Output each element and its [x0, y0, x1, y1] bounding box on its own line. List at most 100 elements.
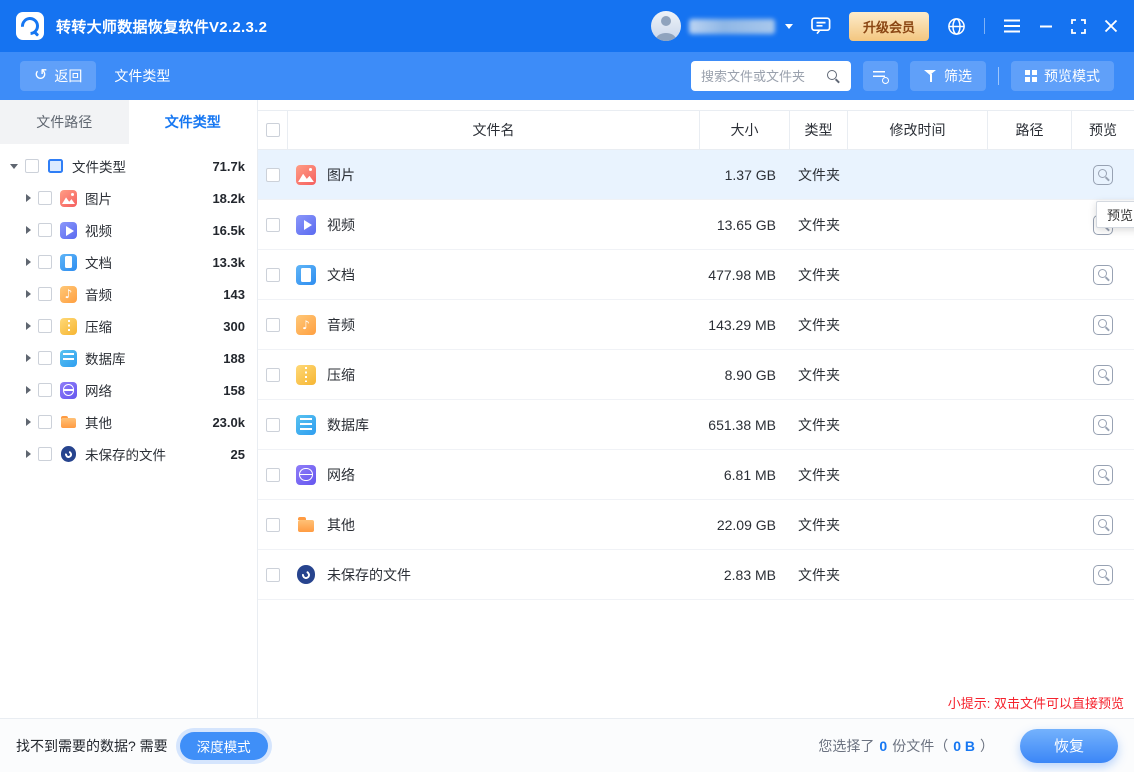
file-name: 未保存的文件 — [327, 565, 411, 585]
expand-arrow-icon[interactable] — [26, 450, 31, 458]
unsaved-files-folder-icon — [296, 565, 316, 585]
expand-arrow-icon[interactable] — [26, 354, 31, 362]
preview-mode-button[interactable]: 预览模式 — [1011, 61, 1114, 91]
divider — [998, 67, 999, 85]
tree-item-network[interactable]: 网络 158 — [0, 374, 257, 406]
upgrade-vip-button[interactable]: 升级会员 — [849, 12, 929, 41]
checkbox[interactable] — [266, 418, 280, 432]
expand-arrow-icon[interactable] — [26, 386, 31, 394]
checkbox[interactable] — [38, 383, 52, 397]
search-input[interactable] — [701, 69, 826, 84]
globe-button[interactable] — [947, 17, 966, 36]
checkbox[interactable] — [38, 351, 52, 365]
table-row[interactable]: 压缩 8.90 GB 文件夹 — [258, 350, 1134, 400]
checkbox[interactable] — [266, 468, 280, 482]
expand-arrow-icon[interactable] — [26, 194, 31, 202]
tab-file-path[interactable]: 文件路径 — [0, 100, 129, 144]
tree-item-count: 18.2k — [212, 191, 245, 206]
recover-button[interactable]: 恢复 — [1020, 729, 1118, 763]
expand-arrow-icon[interactable] — [26, 418, 31, 426]
menu-button[interactable] — [1003, 19, 1021, 33]
preview-icon[interactable] — [1093, 315, 1113, 335]
tree-item-archives[interactable]: 压缩 300 — [0, 310, 257, 342]
checkbox[interactable] — [38, 319, 52, 333]
tree-item-root[interactable]: 文件类型 71.7k — [0, 150, 257, 182]
expand-arrow-icon[interactable] — [26, 290, 31, 298]
table-row[interactable]: 文档 477.98 MB 文件夹 — [258, 250, 1134, 300]
preview-icon[interactable] — [1093, 515, 1113, 535]
file-type: 文件夹 — [790, 565, 848, 585]
filter-funnel-icon — [924, 70, 937, 82]
grid-icon — [1025, 70, 1037, 82]
file-name: 数据库 — [327, 415, 369, 435]
checkbox[interactable] — [266, 368, 280, 382]
deep-mode-prompt: 找不到需要的数据? 需要 — [16, 736, 168, 756]
table-row[interactable]: 网络 6.81 MB 文件夹 — [258, 450, 1134, 500]
tree-item-label: 音频 — [85, 284, 112, 304]
preview-icon[interactable] — [1093, 415, 1113, 435]
select-all-checkbox[interactable] — [266, 123, 280, 137]
checkbox[interactable] — [25, 159, 39, 173]
video-category-icon — [60, 222, 77, 239]
table-row[interactable]: 音频 143.29 MB 文件夹 — [258, 300, 1134, 350]
preview-icon[interactable] — [1093, 165, 1113, 185]
checkbox[interactable] — [266, 518, 280, 532]
tree-item-database[interactable]: 数据库 188 — [0, 342, 257, 374]
preview-mode-label: 预览模式 — [1044, 66, 1100, 86]
tree-item-label: 视频 — [85, 220, 112, 240]
filter-button[interactable]: 筛选 — [910, 61, 986, 91]
checkbox[interactable] — [266, 318, 280, 332]
table-row[interactable]: 未保存的文件 2.83 MB 文件夹 — [258, 550, 1134, 600]
checkbox[interactable] — [266, 268, 280, 282]
file-size: 2.83 MB — [700, 567, 790, 583]
table-row[interactable]: 数据库 651.38 MB 文件夹 — [258, 400, 1134, 450]
header-path: 路径 — [988, 111, 1072, 149]
file-name: 文档 — [327, 265, 355, 285]
search-icon[interactable] — [826, 69, 841, 84]
table-row[interactable]: 视频 13.65 GB 文件夹 — [258, 200, 1134, 250]
expand-arrow-icon[interactable] — [26, 322, 31, 330]
file-name: 压缩 — [327, 365, 355, 385]
checkbox[interactable] — [38, 191, 52, 205]
preview-icon[interactable] — [1093, 465, 1113, 485]
close-button[interactable] — [1104, 19, 1118, 33]
tree-item-unsaved[interactable]: 未保存的文件 25 — [0, 438, 257, 470]
tree-item-other[interactable]: 其他 23.0k — [0, 406, 257, 438]
tree-item-images[interactable]: 图片 18.2k — [0, 182, 257, 214]
expand-arrow-icon[interactable] — [26, 258, 31, 266]
username-redacted — [689, 19, 775, 34]
checkbox[interactable] — [266, 218, 280, 232]
back-button[interactable]: ↺ 返回 — [20, 61, 96, 91]
preview-icon[interactable] — [1093, 265, 1113, 285]
back-label: 返回 — [54, 66, 82, 86]
tree-item-audio[interactable]: 音频 143 — [0, 278, 257, 310]
preview-icon[interactable] — [1093, 565, 1113, 585]
fullscreen-button[interactable] — [1071, 19, 1086, 34]
checkbox[interactable] — [266, 168, 280, 182]
preview-icon[interactable] — [1093, 365, 1113, 385]
message-button[interactable] — [811, 17, 831, 35]
header-preview: 预览 — [1072, 111, 1134, 149]
breadcrumb: 文件类型 — [114, 66, 170, 86]
list-search-button[interactable] — [863, 61, 898, 91]
collapse-arrow-icon[interactable] — [10, 164, 18, 169]
table-row[interactable]: 图片 1.37 GB 文件夹 — [258, 150, 1134, 200]
tree-item-videos[interactable]: 视频 16.5k — [0, 214, 257, 246]
checkbox[interactable] — [38, 415, 52, 429]
checkbox[interactable] — [38, 287, 52, 301]
tree-item-documents[interactable]: 文档 13.3k — [0, 246, 257, 278]
file-table: 文件名 大小 类型 修改时间 路径 预览 图片 1.37 GB 文件夹 视频 1… — [258, 100, 1134, 718]
account-menu[interactable] — [651, 11, 793, 41]
checkbox[interactable] — [38, 223, 52, 237]
tree-item-label: 文件类型 — [72, 156, 126, 176]
table-row[interactable]: 其他 22.09 GB 文件夹 — [258, 500, 1134, 550]
tab-file-type[interactable]: 文件类型 — [129, 100, 258, 144]
checkbox[interactable] — [38, 255, 52, 269]
deep-mode-button[interactable]: 深度模式 — [180, 732, 268, 760]
search-box[interactable] — [691, 61, 851, 91]
expand-arrow-icon[interactable] — [26, 226, 31, 234]
checkbox[interactable] — [38, 447, 52, 461]
minimize-button[interactable] — [1039, 19, 1053, 33]
checkbox[interactable] — [266, 568, 280, 582]
image-folder-icon — [296, 165, 316, 185]
